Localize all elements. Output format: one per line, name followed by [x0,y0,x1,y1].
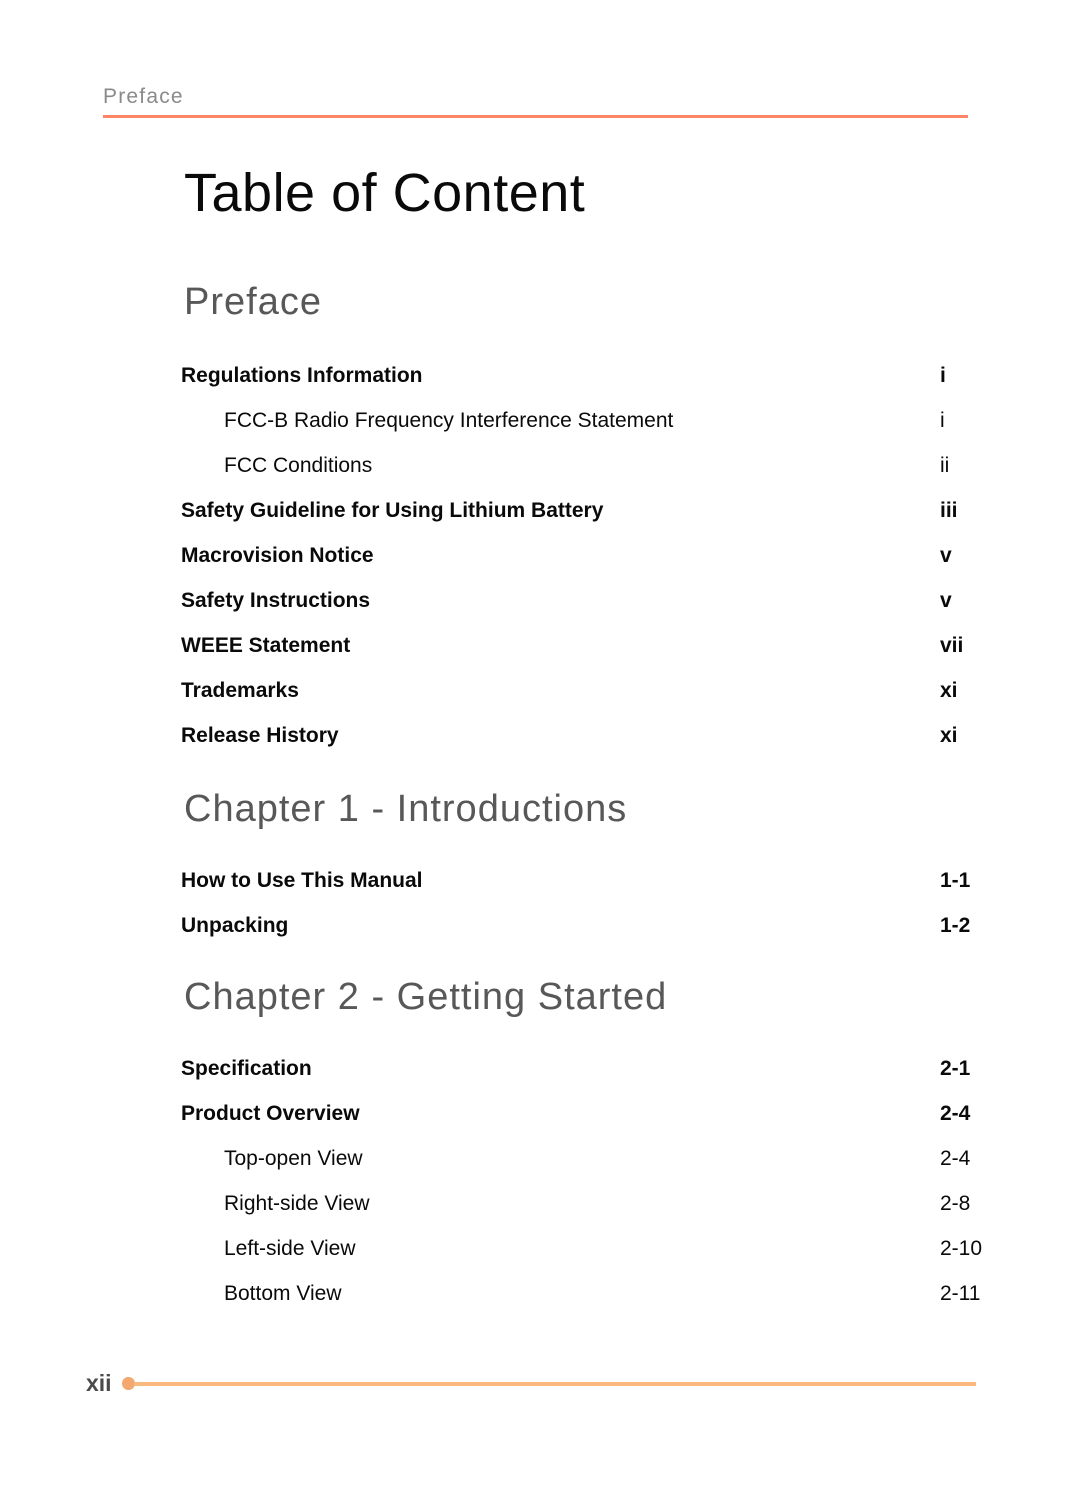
toc-entry-page-number: i [940,409,945,432]
toc-entry-label: Left-side View [224,1237,356,1260]
toc-entry-page-number: 2-1 [940,1057,971,1080]
toc-entry-page-number: 2-11 [940,1282,981,1305]
toc-entry-label: Top-open View [224,1147,363,1170]
toc-entry-label: Specification [181,1057,312,1080]
toc-entry-list: Specification 2-1 Product Overview 2-4 Top-o… [181,1058,983,1328]
toc-entry[interactable]: WEEE Statement vii [181,635,981,680]
toc-entry[interactable]: Safety Instructions v [181,590,981,635]
toc-entry-page-number: 1-1 [940,869,971,892]
toc-entry-page-number: 2-8 [940,1192,971,1215]
toc-entry-label: Trademarks [181,679,299,702]
footer-rule [133,1381,976,1386]
toc-entry-label: FCC Conditions [224,454,373,477]
header-rule [103,115,968,118]
footer-page-number: xii [86,1370,112,1396]
running-header-title: Preface [103,85,184,108]
toc-entry-list: How to Use This Manual 1-1 Unpacking 1-2 [181,870,981,960]
toc-entry-label: How to Use This Manual [181,869,423,892]
toc-entry-page-number: i [940,364,946,387]
toc-entry[interactable]: Right-side View 2-8 [181,1193,981,1238]
toc-entry-label: WEEE Statement [181,634,351,657]
toc-entry[interactable]: Safety Guideline for Using Lithium Batte… [181,500,981,545]
toc-entry-label: Safety Instructions [181,589,371,612]
toc-entry-page-number: 2-10 [940,1237,983,1260]
toc-entry-label: Unpacking [181,914,289,937]
toc-entry[interactable]: Macrovision Notice v [181,545,981,590]
toc-entry-label: Bottom View [224,1282,342,1305]
toc-entry-page-number: xi [940,679,958,702]
toc-entry-page-number: 2-4 [940,1102,971,1125]
toc-entry-list: Regulations Information i FCC-B Radio Freq… [181,365,981,770]
toc-entry[interactable]: Release History xi [181,725,981,770]
toc-entry-label: Safety Guideline for Using Lithium Batte… [181,499,604,522]
toc-entry[interactable]: Product Overview 2-4 [181,1103,981,1148]
toc-entry[interactable]: How to Use This Manual 1-1 [181,870,981,915]
section-heading-preface: Preface [184,281,322,323]
toc-entry-label: FCC-B Radio Frequency Interference State… [224,409,674,432]
toc-entry-label: Macrovision Notice [181,544,374,567]
toc-entry-page-number: v [940,544,952,567]
toc-entry-label: Regulations Information [181,364,423,387]
toc-entry-page-number: ii [940,454,950,477]
running-header: Preface [103,86,968,118]
section-heading-chapter-2-getting-started: Chapter 2 - Getting Started [184,976,668,1018]
toc-entry-label: Release History [181,724,339,747]
toc-entry-page-number: 2-4 [940,1147,971,1170]
page-footer: xii [86,1372,976,1395]
toc-entry[interactable]: FCC-B Radio Frequency Interference State… [181,410,981,455]
toc-entry[interactable]: Trademarks xi [181,680,981,725]
toc-entry[interactable]: Regulations Information i [181,365,981,410]
toc-entry[interactable]: Unpacking 1-2 [181,915,981,960]
toc-entry-page-number: iii [940,499,958,522]
toc-entry-page-number: 1-2 [940,914,971,937]
toc-entry[interactable]: FCC Conditions ii [181,455,981,500]
page-title: Table of Content [184,163,586,223]
toc-entry[interactable]: Bottom View 2-11 [181,1283,981,1328]
toc-entry[interactable]: Top-open View 2-4 [181,1148,981,1193]
toc-entry-label: Right-side View [224,1192,370,1215]
toc-entry-page-number: v [940,589,952,612]
toc-entry[interactable]: Specification 2-1 [181,1058,981,1103]
toc-entry[interactable]: Left-side View 2-10 [181,1237,983,1283]
toc-entry-label: Product Overview [181,1102,360,1125]
toc-entry-page-number: xi [940,724,958,747]
toc-entry-page-number: vii [940,634,964,657]
section-heading-chapter-1-introductions: Chapter 1 - Introductions [184,788,628,830]
document-page: Preface Table of Content Preface Regulati… [0,0,1080,1486]
